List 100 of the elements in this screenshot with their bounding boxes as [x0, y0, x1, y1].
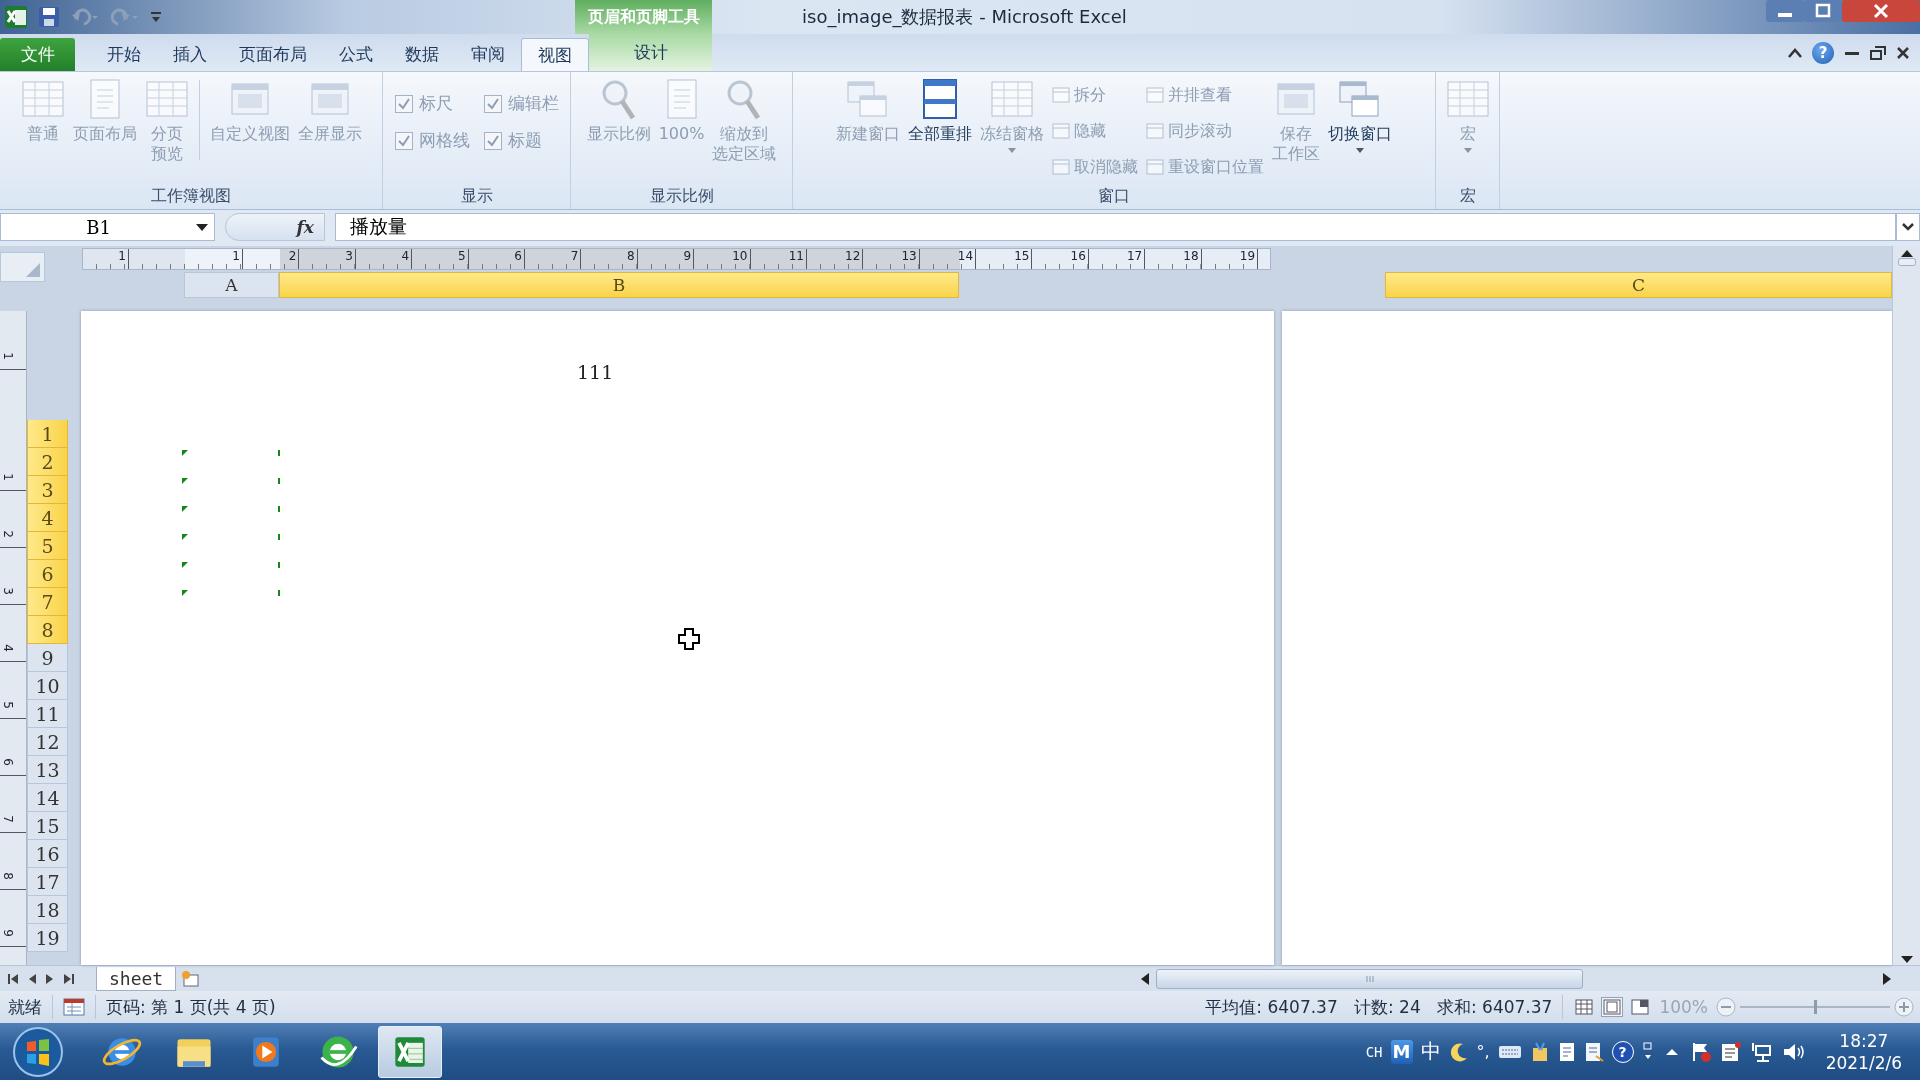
notes-icon[interactable] — [1719, 1040, 1742, 1063]
pane-icon — [1052, 159, 1070, 175]
row-header[interactable]: 11 — [27, 700, 68, 728]
tick-mark-icon — [278, 562, 280, 568]
ribbon-tab[interactable]: 设计 — [589, 34, 712, 71]
windows-icon — [846, 78, 890, 120]
ime-mode[interactable]: 中 — [1420, 1038, 1441, 1065]
ruler-number: 3 — [345, 249, 353, 263]
ruler-number: 4 — [401, 249, 410, 263]
windows-icon — [1338, 78, 1382, 120]
collapse-ribbon-icon[interactable] — [1788, 47, 1802, 58]
ruler-number: 17 — [1126, 249, 1143, 263]
zoom-slider-thumb[interactable] — [1814, 1000, 1817, 1014]
column-header[interactable]: B — [279, 272, 959, 298]
ruler-number: 8 — [627, 249, 635, 263]
ruler-number: 6 — [0, 758, 15, 766]
pane-icon — [1052, 123, 1070, 139]
taskbar-app-button[interactable] — [378, 1025, 442, 1078]
formula-input[interactable]: 播放量 — [335, 213, 1896, 241]
row-header[interactable]: 8 — [27, 616, 68, 644]
row-header[interactable]: 13 — [27, 756, 68, 784]
sheet-tab[interactable]: sheet — [96, 966, 177, 991]
horizontal-scrollbar[interactable] — [1140, 967, 1892, 990]
row-header[interactable]: 1 — [27, 420, 68, 448]
row-header[interactable]: 5 — [27, 532, 68, 560]
ribbon-tab[interactable]: 页面布局 — [223, 38, 324, 71]
normal-view-button[interactable] — [1573, 997, 1596, 1017]
ribbon-tab[interactable]: 插入 — [157, 38, 224, 71]
row-header[interactable]: 15 — [27, 812, 68, 840]
ribbon-tab[interactable]: 视图 — [521, 38, 590, 71]
name-box[interactable]: B1 — [0, 213, 215, 241]
ribbon-tab[interactable]: 数据 — [389, 38, 456, 71]
ruler-number: 5 — [0, 701, 15, 709]
customize-caret-icon[interactable] — [150, 10, 162, 24]
caret-icon — [1902, 223, 1914, 231]
ruler-number: 4 — [0, 644, 15, 652]
column-header[interactable]: C — [1385, 272, 1892, 298]
punctuation-mode[interactable]: °, — [1476, 1042, 1490, 1061]
restore-icon[interactable] — [1870, 45, 1886, 60]
keyboard-icon[interactable] — [1497, 1043, 1522, 1060]
ribbon-tab[interactable]: 文件 — [0, 38, 76, 71]
ribbon-tab[interactable]: 开始 — [91, 38, 158, 71]
ime-badge[interactable]: M — [1390, 1039, 1413, 1064]
row-header[interactable]: 2 — [27, 448, 68, 476]
scroll-left-icon[interactable] — [1140, 971, 1150, 986]
input-language[interactable]: CH — [1365, 1043, 1383, 1060]
close-icon[interactable] — [1842, 0, 1920, 22]
ruler-number: 6 — [514, 249, 522, 263]
column-header[interactable]: A — [184, 272, 279, 298]
previous-sheet-icon[interactable] — [28, 972, 36, 985]
close-icon[interactable] — [1896, 45, 1910, 60]
clock-time: 18:27 — [1839, 1029, 1889, 1052]
ruler-number: 9 — [683, 249, 692, 263]
row-header[interactable]: 17 — [27, 868, 68, 896]
scroll-right-icon[interactable] — [1882, 971, 1892, 986]
row-header[interactable]: 12 — [27, 728, 68, 756]
row-header[interactable]: 4 — [27, 504, 68, 532]
scroll-up-icon[interactable] — [1899, 248, 1914, 258]
view-icon — [1603, 999, 1622, 1015]
window-title: iso_image_数据报表 - Microsoft Excel — [802, 5, 1127, 30]
moon-icon[interactable] — [1448, 1041, 1469, 1062]
page-layout-view-button[interactable] — [1601, 997, 1624, 1017]
scroll-thumb[interactable] — [1156, 968, 1583, 989]
first-sheet-icon[interactable] — [8, 972, 18, 985]
ruler-number: 18 — [1183, 249, 1199, 263]
save-icon[interactable] — [38, 6, 60, 28]
row-header[interactable]: 6 — [27, 560, 68, 588]
row-header[interactable]: 9 — [27, 644, 68, 672]
row-header[interactable]: 3 — [27, 476, 68, 504]
average-value: 平均值: 6407.37 — [1205, 995, 1338, 1019]
network-icon[interactable] — [1749, 1040, 1774, 1063]
help-icon-button[interactable]: ? — [1611, 1040, 1634, 1063]
row-header[interactable]: 18 — [27, 896, 68, 924]
ribbon-button[interactable]: 全部重排 — [906, 76, 974, 146]
start-button[interactable] — [12, 1025, 64, 1078]
last-sheet-icon[interactable] — [64, 972, 74, 985]
ruler-number: 8 — [0, 872, 15, 880]
ribbon-tab[interactable]: 审阅 — [455, 38, 522, 71]
document-icon[interactable] — [1557, 1041, 1576, 1062]
ribbon-button[interactable]: 切换窗口 — [1326, 76, 1394, 155]
context-tab-group-label: 页眉和页脚工具 — [575, 0, 712, 34]
page-break-view-button[interactable] — [1629, 997, 1652, 1017]
ribbon-tab[interactable]: 公式 — [323, 38, 390, 71]
row-header[interactable]: 7 — [27, 588, 68, 616]
vertical-scrollbar[interactable] — [1892, 246, 1920, 965]
next-sheet-icon[interactable] — [46, 972, 54, 985]
row-header[interactable]: 19 — [27, 924, 68, 952]
checkbox-label: 网格线 — [418, 129, 470, 152]
scroll-thumb-icon[interactable] — [1897, 258, 1916, 266]
document-icon[interactable] — [1583, 1041, 1604, 1062]
group-label: 宏 — [1458, 184, 1477, 207]
checkbox-label: 标尺 — [418, 92, 453, 115]
row-header[interactable]: 14 — [27, 784, 68, 812]
pane-icon — [1146, 159, 1164, 175]
row-header[interactable]: 10 — [27, 672, 68, 700]
insert-function-button[interactable]: fx — [296, 217, 314, 237]
expand-formula-button[interactable] — [1896, 213, 1920, 241]
clock[interactable]: 18:27 2021/2/6 — [1825, 1029, 1902, 1074]
ruler-number: 13 — [901, 249, 917, 263]
row-header[interactable]: 16 — [27, 840, 68, 868]
